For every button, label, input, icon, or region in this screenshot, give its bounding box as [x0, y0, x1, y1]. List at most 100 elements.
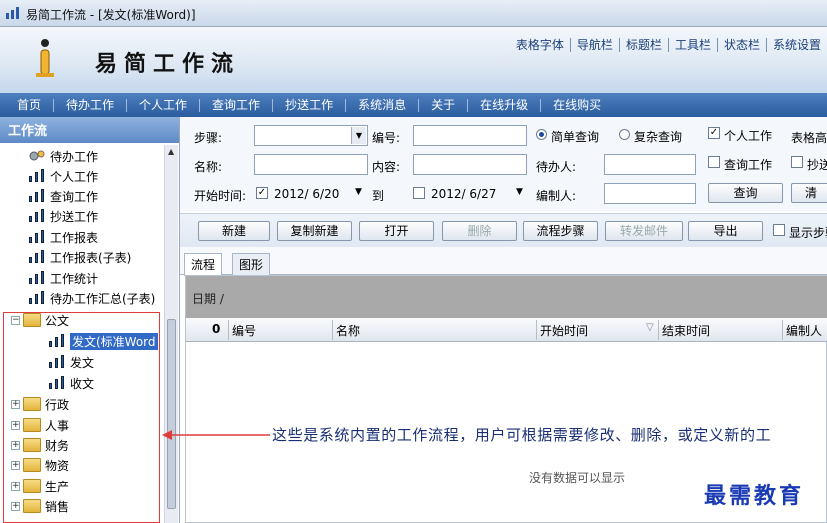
content-input[interactable] [413, 154, 527, 175]
nav-buy[interactable]: 在线购买 [540, 98, 613, 112]
nav-upgrade[interactable]: 在线升级 [467, 98, 540, 112]
empty-message: 没有数据可以显示 [529, 471, 626, 485]
arrow-left-icon [162, 430, 270, 440]
simple-query-radio[interactable] [536, 129, 547, 140]
date-from-checkbox[interactable]: ✓ [256, 187, 268, 199]
toolbar: 新建 复制新建 打开 删除 流程步骤 转发邮件 导出 显示步骤 [180, 213, 827, 247]
scroll-thumb[interactable] [167, 319, 176, 509]
step-select[interactable]: ▼ [254, 125, 368, 146]
nav-cc[interactable]: 抄送工作 [272, 98, 345, 112]
show-steps-label: 显示步骤 [789, 226, 827, 240]
group-by-panel: 日期 / [186, 276, 827, 318]
link-toolbar[interactable]: 工具栏 [667, 38, 717, 52]
column-divider [782, 320, 783, 340]
top-links: 表格字体 导航栏 标题栏 工具栏 状态栏 系统设置 [510, 38, 827, 52]
column-divider [332, 320, 333, 340]
complex-query-label: 复杂查询 [634, 130, 683, 144]
step-label: 步骤: [194, 131, 223, 145]
tree-item-report-sub[interactable]: 工作报表(子表) [28, 247, 131, 267]
date-to-value[interactable]: 2012/ 6/27 [431, 187, 496, 201]
forward-mail-button[interactable]: 转发邮件 [605, 221, 683, 241]
flow-steps-button[interactable]: 流程步骤 [523, 221, 598, 241]
handler-input[interactable] [604, 154, 696, 175]
col-end-time[interactable]: 结束时间 [662, 322, 710, 339]
link-statusbar[interactable]: 状态栏 [716, 38, 766, 52]
filter-panel: 步骤: ▼ 编号: 简单查询 复杂查询 ✓ 个人工作 表格高 名称: 内容: 待… [180, 117, 827, 211]
main-panel: 步骤: ▼ 编号: 简单查询 复杂查询 ✓ 个人工作 表格高 名称: 内容: 待… [180, 117, 827, 523]
window-title: 易简工作流 - [发文(标准Word)] [26, 8, 196, 22]
group-by-date[interactable]: 日期 / [192, 290, 224, 307]
start-time-label: 开始时间: [194, 189, 247, 203]
col-editor[interactable]: 编制人 [786, 322, 822, 339]
query-button[interactable]: 查询 [708, 183, 783, 203]
watermark: 最需教育 [704, 483, 805, 509]
show-steps-checkbox[interactable] [773, 224, 785, 236]
report-icon [28, 169, 46, 183]
editor-input[interactable] [604, 183, 696, 204]
app-icon [6, 7, 20, 19]
personal-work-checkbox[interactable]: ✓ [708, 127, 720, 139]
column-divider [658, 320, 659, 340]
tree-item-personal[interactable]: 个人工作 [28, 166, 98, 186]
window-titlebar: 易简工作流 - [发文(标准Word)] [0, 0, 827, 27]
scroll-up-icon[interactable]: ▲ [168, 147, 174, 156]
col-name[interactable]: 名称 [336, 322, 360, 339]
delete-button[interactable]: 删除 [442, 221, 517, 241]
sort-icon: ▽ [646, 322, 654, 333]
app-title: 易简工作流 [95, 51, 241, 77]
date-to-checkbox[interactable] [413, 187, 425, 199]
name-input[interactable] [254, 154, 368, 175]
chevron-down-icon[interactable]: ▼ [351, 127, 366, 144]
nav-home[interactable]: 首页 [9, 98, 53, 112]
cc-label: 抄送 [807, 158, 827, 172]
sidebar-scrollbar[interactable]: ▲ [164, 145, 178, 523]
nav-messages[interactable]: 系统消息 [345, 98, 418, 112]
tree-item-stats[interactable]: 工作统计 [28, 268, 98, 288]
link-system-settings[interactable]: 系统设置 [765, 38, 827, 52]
number-input[interactable] [413, 125, 527, 146]
chevron-down-icon[interactable]: ▼ [355, 187, 362, 197]
nav-about[interactable]: 关于 [418, 98, 467, 112]
nav-query[interactable]: 查询工作 [199, 98, 272, 112]
col-start-time[interactable]: 开始时间 [540, 322, 588, 339]
nav-personal[interactable]: 个人工作 [126, 98, 199, 112]
tab-flow[interactable]: 流程 [184, 253, 223, 276]
clear-button[interactable]: 清 [791, 183, 827, 203]
tab-graph[interactable]: 图形 [232, 253, 271, 275]
cc-checkbox[interactable] [791, 156, 803, 168]
tab-bar: 流程 图形 [180, 247, 827, 276]
tree-item-report[interactable]: 工作报表 [28, 227, 98, 247]
logo-icon [36, 39, 54, 77]
copy-new-button[interactable]: 复制新建 [277, 221, 352, 241]
date-from-value[interactable]: 2012/ 6/20 [274, 187, 339, 201]
report-icon [28, 250, 46, 264]
column-divider [536, 320, 537, 340]
new-button[interactable]: 新建 [198, 221, 270, 241]
report-icon [28, 189, 46, 203]
tree-item-query[interactable]: 查询工作 [28, 186, 98, 206]
complex-query-radio[interactable] [619, 129, 630, 140]
chevron-down-icon[interactable]: ▼ [516, 187, 523, 197]
number-label: 编号: [372, 131, 401, 145]
open-button[interactable]: 打开 [359, 221, 434, 241]
link-titlebar[interactable]: 标题栏 [618, 38, 668, 52]
tree-item-pending[interactable]: 待办工作 [28, 146, 98, 166]
nav-pending[interactable]: 待办工作 [53, 98, 126, 112]
col-number[interactable]: 编号 [232, 322, 256, 339]
query-work-checkbox[interactable] [708, 156, 720, 168]
export-button[interactable]: 导出 [688, 221, 763, 241]
attachment-icon: 0 [212, 322, 221, 336]
link-table-font[interactable]: 表格字体 [510, 38, 570, 52]
query-work-label: 查询工作 [724, 158, 773, 172]
main-nav: 首页 待办工作 个人工作 查询工作 抄送工作 系统消息 关于 在线升级 在线购买 [0, 93, 827, 117]
simple-query-label: 简单查询 [551, 130, 600, 144]
handler-label: 待办人: [536, 160, 577, 174]
report-icon [28, 230, 46, 244]
link-navbar[interactable]: 导航栏 [569, 38, 619, 52]
name-label: 名称: [194, 160, 223, 174]
report-icon [28, 271, 46, 285]
editor-label: 编制人: [536, 189, 577, 203]
tree-item-cc[interactable]: 抄送工作 [28, 206, 98, 226]
tree-item-pending-summary[interactable]: 待办工作汇总(子表) [28, 288, 155, 308]
annotation-text: 这些是系统内置的工作流程，用户可根据需要修改、删除，或定义新的工 [272, 426, 772, 444]
